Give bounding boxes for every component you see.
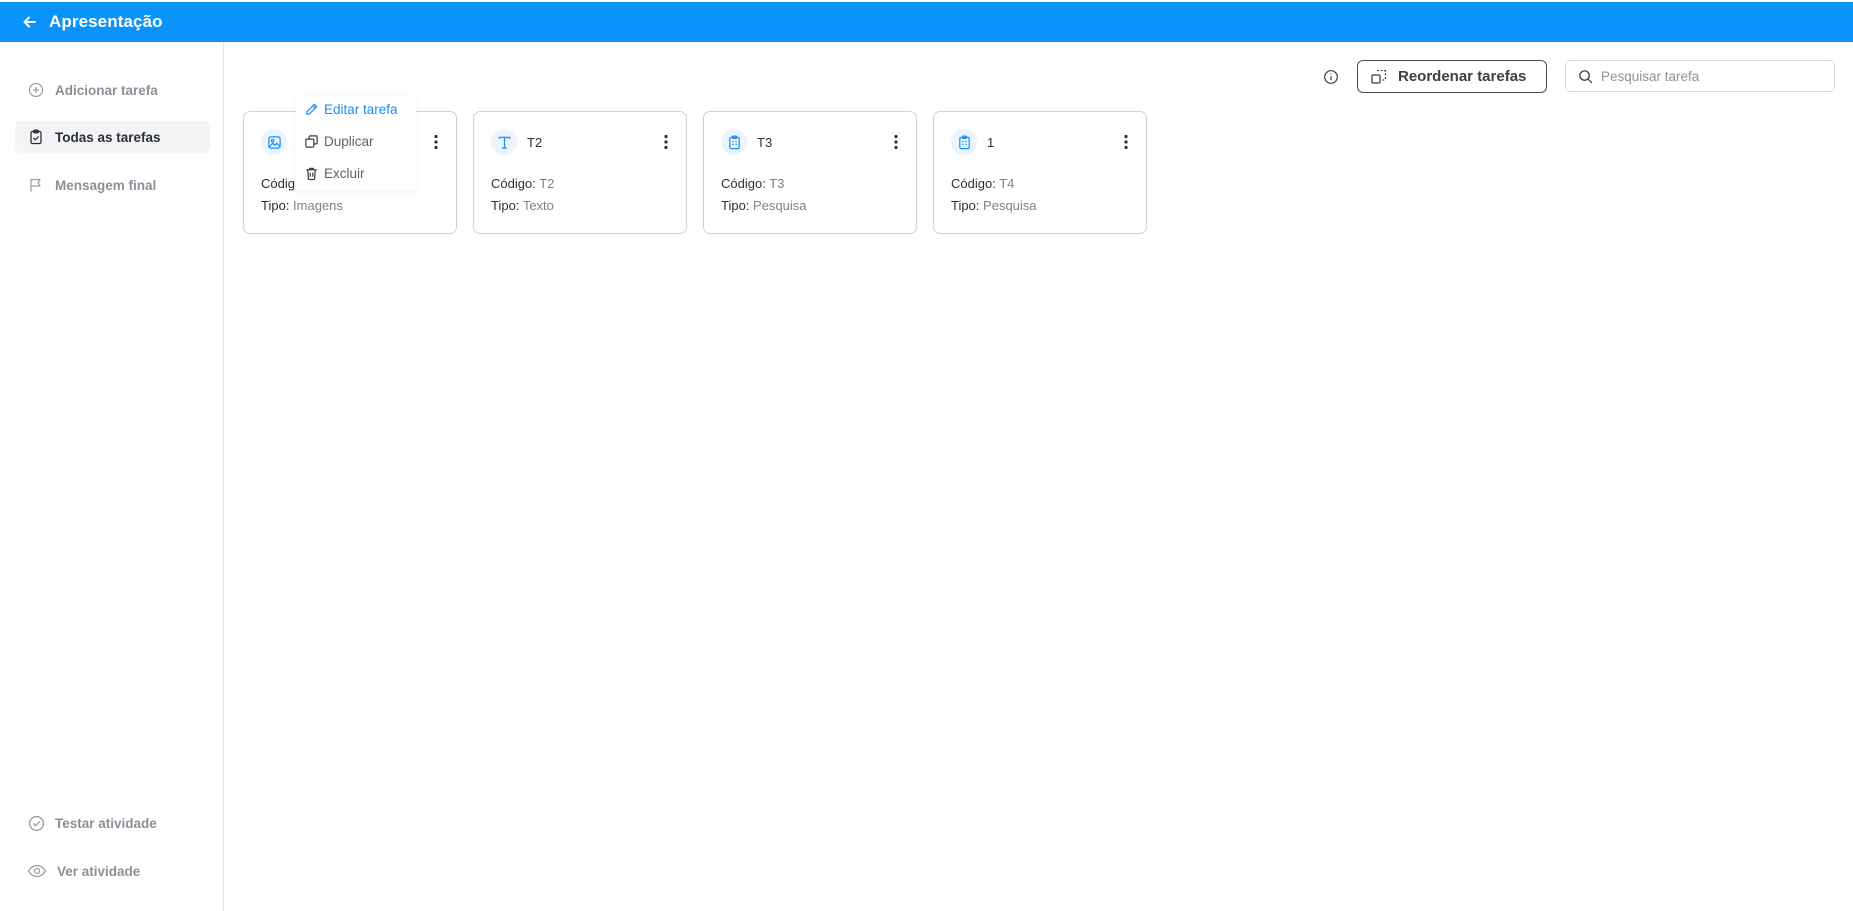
main-content: Reordenar tarefas Códig Tipo: Imagens (225, 42, 1853, 911)
info-icon[interactable] (1322, 68, 1340, 86)
sidebar-item-label: Testar atividade (55, 815, 157, 831)
sidebar-item-label: Todas as tarefas (55, 129, 161, 145)
pencil-icon (304, 102, 319, 117)
sidebar-item-add-task[interactable]: Adicionar tarefa (15, 74, 210, 106)
survey-icon (721, 129, 747, 155)
reorder-tasks-label: Reordenar tarefas (1398, 68, 1527, 85)
back-arrow-icon[interactable] (20, 12, 40, 32)
sidebar-item-view-activity[interactable]: Ver atividade (15, 855, 210, 887)
task-type: Tipo: Texto (491, 198, 554, 213)
duplicate-menu-item[interactable]: Duplicar (304, 130, 374, 152)
clipboard-check-icon (27, 128, 45, 146)
sidebar-item-final-message[interactable]: Mensagem final (15, 169, 210, 201)
task-code: Código: T3 (721, 176, 785, 191)
task-name: T2 (527, 135, 543, 150)
search-icon (1578, 69, 1593, 84)
task-card[interactable]: T2 Código: T2 Tipo: Texto (473, 111, 687, 234)
menu-item-label: Duplicar (324, 133, 374, 149)
task-type: Tipo: Imagens (261, 198, 343, 213)
copy-icon (304, 134, 319, 149)
edit-task-menu-item[interactable]: Editar tarefa (304, 98, 398, 120)
sidebar-item-label: Ver atividade (57, 863, 141, 879)
task-card[interactable]: T3 Código: T3 Tipo: Pesquisa (703, 111, 917, 234)
task-type: Tipo: Pesquisa (951, 198, 1037, 213)
task-type: Tipo: Pesquisa (721, 198, 807, 213)
sidebar: Adicionar tarefa Todas as tarefas Mensag… (0, 42, 224, 911)
sidebar-item-all-tasks[interactable]: Todas as tarefas (15, 121, 210, 153)
top-bar: Apresentação (0, 2, 1853, 42)
survey-icon (951, 129, 977, 155)
reorder-icon (1370, 68, 1388, 86)
task-code: Códig (261, 176, 295, 191)
image-icon (261, 129, 287, 155)
delete-menu-item[interactable]: Excluir (304, 162, 365, 184)
more-options-icon[interactable] (1118, 132, 1134, 152)
search-input[interactable] (1601, 68, 1821, 84)
menu-item-label: Excluir (324, 165, 365, 181)
plus-circle-icon (27, 81, 45, 99)
check-circle-icon (27, 814, 45, 832)
sidebar-item-test-activity[interactable]: Testar atividade (15, 807, 210, 839)
task-code: Código: T4 (951, 176, 1015, 191)
more-options-icon[interactable] (428, 132, 444, 152)
sidebar-item-label: Adicionar tarefa (55, 82, 158, 98)
more-options-icon[interactable] (888, 132, 904, 152)
task-context-menu: Editar tarefa Duplicar Excluir (296, 96, 416, 190)
menu-item-label: Editar tarefa (324, 101, 398, 117)
task-code: Código: T2 (491, 176, 555, 191)
flag-icon (27, 176, 45, 194)
sidebar-item-label: Mensagem final (55, 177, 157, 193)
text-icon (491, 129, 517, 155)
task-name: T3 (757, 135, 773, 150)
reorder-tasks-button[interactable]: Reordenar tarefas (1357, 60, 1547, 93)
eye-icon (27, 862, 47, 880)
search-box (1565, 60, 1835, 92)
page-title: Apresentação (49, 12, 163, 31)
task-name: 1 (987, 135, 995, 150)
trash-icon (304, 166, 319, 181)
task-card[interactable]: 1 Código: T4 Tipo: Pesquisa (933, 111, 1147, 234)
more-options-icon[interactable] (658, 132, 674, 152)
